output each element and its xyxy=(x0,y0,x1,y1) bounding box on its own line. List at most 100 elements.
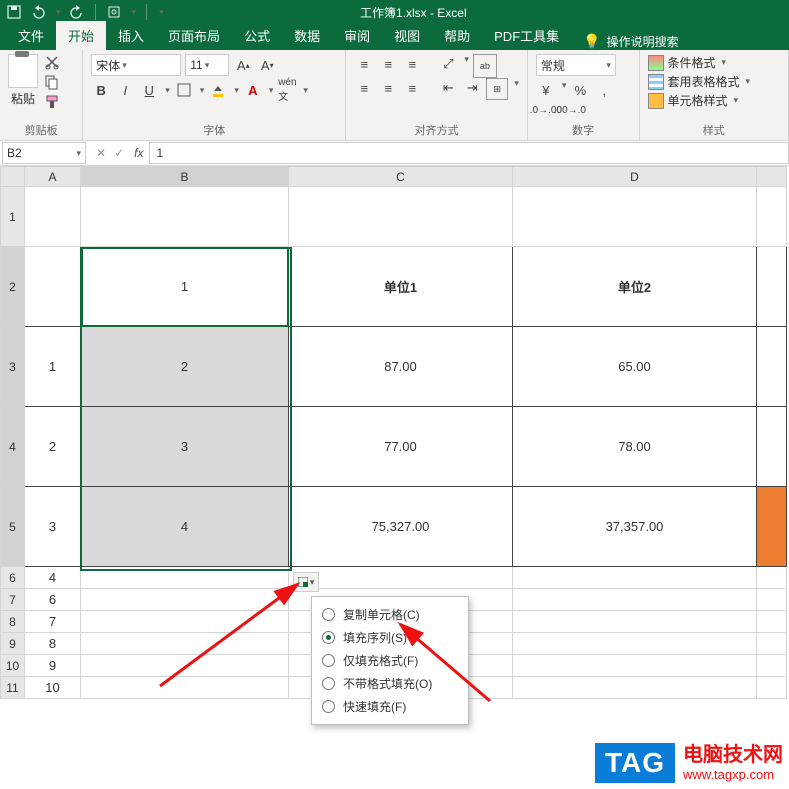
cell-D9[interactable] xyxy=(513,633,757,655)
cell-E10[interactable] xyxy=(757,655,787,677)
redo-icon[interactable] xyxy=(69,4,85,20)
cell-styles-button[interactable]: 单元格样式▾ xyxy=(648,92,781,109)
fill-series[interactable]: 填充序列(S) xyxy=(320,626,460,649)
row-header-9[interactable]: 9 xyxy=(1,633,25,655)
tab-layout[interactable]: 页面布局 xyxy=(156,21,232,50)
row-header-11[interactable]: 11 xyxy=(1,677,25,699)
italic-button[interactable]: I xyxy=(115,80,135,100)
cell-B6[interactable] xyxy=(81,567,289,589)
col-header-B[interactable]: B xyxy=(81,167,289,187)
cell-A6[interactable]: 4 xyxy=(25,567,81,589)
align-top-icon[interactable]: ≡ xyxy=(354,54,374,74)
cell-E7[interactable] xyxy=(757,589,787,611)
formula-bar[interactable]: 1 xyxy=(149,142,789,164)
cell-B4[interactable]: 3 xyxy=(81,407,289,487)
font-size-select[interactable]: 11▾ xyxy=(185,54,229,76)
cell-B9[interactable] xyxy=(81,633,289,655)
row-header-1[interactable]: 1 xyxy=(1,187,25,247)
cell-C3[interactable]: 87.00 xyxy=(289,327,513,407)
cell-E3[interactable] xyxy=(757,327,787,407)
percent-icon[interactable]: % xyxy=(570,80,590,100)
fill-flash[interactable]: 快速填充(F) xyxy=(320,695,460,718)
cell-D10[interactable] xyxy=(513,655,757,677)
cell-C1[interactable] xyxy=(289,187,513,247)
fill-without-format[interactable]: 不带格式填充(O) xyxy=(320,672,460,695)
cell-A9[interactable]: 8 xyxy=(25,633,81,655)
name-box[interactable]: B2▾ xyxy=(2,142,86,164)
tab-formula[interactable]: 公式 xyxy=(232,21,282,50)
cell-E11[interactable] xyxy=(757,677,787,699)
decrease-font-icon[interactable]: A▾ xyxy=(257,55,277,75)
enter-formula-icon[interactable]: ✓ xyxy=(114,146,124,160)
cell-B10[interactable] xyxy=(81,655,289,677)
dropdown-icon[interactable]: ▾ xyxy=(132,7,137,18)
cancel-formula-icon[interactable]: ✕ xyxy=(96,146,106,160)
search-label[interactable]: 操作说明搜索 xyxy=(607,33,679,50)
cell-B2[interactable]: 1 xyxy=(81,247,289,327)
cell-B8[interactable] xyxy=(81,611,289,633)
cell-A3[interactable]: 1 xyxy=(25,327,81,407)
cell-A8[interactable]: 7 xyxy=(25,611,81,633)
row-header-3[interactable]: 3 xyxy=(1,327,25,407)
underline-button[interactable]: U xyxy=(139,80,159,100)
cell-E9[interactable] xyxy=(757,633,787,655)
row-header-8[interactable]: 8 xyxy=(1,611,25,633)
border-button[interactable] xyxy=(174,80,194,100)
cell-C6[interactable] xyxy=(289,567,513,589)
cell-A11[interactable]: 10 xyxy=(25,677,81,699)
row-header-7[interactable]: 7 xyxy=(1,589,25,611)
fx-icon[interactable]: fx xyxy=(134,146,143,160)
cell-C5[interactable]: 75,327.00 xyxy=(289,487,513,567)
cell-E6[interactable] xyxy=(757,567,787,589)
orientation-icon[interactable]: ⤢ xyxy=(438,54,458,74)
fill-copy-cells[interactable]: 复制单元格(C) xyxy=(320,603,460,626)
paste-button[interactable]: 粘贴 xyxy=(8,54,38,107)
wrap-text-button[interactable]: ab xyxy=(473,54,497,78)
save-icon[interactable] xyxy=(6,4,22,20)
tab-data[interactable]: 数据 xyxy=(282,21,332,50)
row-header-5[interactable]: 5 xyxy=(1,487,25,567)
tab-help[interactable]: 帮助 xyxy=(432,21,482,50)
cell-D4[interactable]: 78.00 xyxy=(513,407,757,487)
format-table-button[interactable]: 套用表格格式▾ xyxy=(648,73,781,90)
cell-A7[interactable]: 6 xyxy=(25,589,81,611)
row-header-4[interactable]: 4 xyxy=(1,407,25,487)
quickprint-icon[interactable] xyxy=(106,4,122,20)
cell-A1[interactable] xyxy=(25,187,81,247)
row-header-6[interactable]: 6 xyxy=(1,567,25,589)
row-header-10[interactable]: 10 xyxy=(1,655,25,677)
align-left-icon[interactable]: ≡ xyxy=(354,78,374,98)
col-header-D[interactable]: D xyxy=(513,167,757,187)
cell-A2[interactable] xyxy=(25,247,81,327)
cell-A4[interactable]: 2 xyxy=(25,407,81,487)
number-format-select[interactable]: 常规▾ xyxy=(536,54,616,76)
dropdown-icon[interactable]: ▾ xyxy=(56,7,61,18)
cell-B11[interactable] xyxy=(81,677,289,699)
tab-review[interactable]: 审阅 xyxy=(332,21,382,50)
cell-B7[interactable] xyxy=(81,589,289,611)
row-header-2[interactable]: 2 xyxy=(1,247,25,327)
cell-E2[interactable] xyxy=(757,247,787,327)
col-header-A[interactable]: A xyxy=(25,167,81,187)
cell-D1[interactable] xyxy=(513,187,757,247)
col-header-C[interactable]: C xyxy=(289,167,513,187)
cut-icon[interactable] xyxy=(44,54,62,70)
align-bottom-icon[interactable]: ≡ xyxy=(402,54,422,74)
cell-B5[interactable]: 4 xyxy=(81,487,289,567)
align-center-icon[interactable]: ≡ xyxy=(378,78,398,98)
cell-D5[interactable]: 37,357.00 xyxy=(513,487,757,567)
cell-B1[interactable] xyxy=(81,187,289,247)
undo-icon[interactable] xyxy=(30,4,46,20)
cell-D7[interactable] xyxy=(513,589,757,611)
decrease-decimal-icon[interactable]: .00→.0 xyxy=(560,100,580,120)
autofill-options-button[interactable] xyxy=(293,572,319,592)
format-painter-icon[interactable] xyxy=(44,94,62,110)
increase-font-icon[interactable]: A▴ xyxy=(233,55,253,75)
cell-D6[interactable] xyxy=(513,567,757,589)
cell-E1[interactable] xyxy=(757,187,787,247)
align-middle-icon[interactable]: ≡ xyxy=(378,54,398,74)
cell-D2[interactable]: 单位2 xyxy=(513,247,757,327)
cell-D11[interactable] xyxy=(513,677,757,699)
cell-D3[interactable]: 65.00 xyxy=(513,327,757,407)
conditional-format-button[interactable]: 条件格式▾ xyxy=(648,54,781,71)
